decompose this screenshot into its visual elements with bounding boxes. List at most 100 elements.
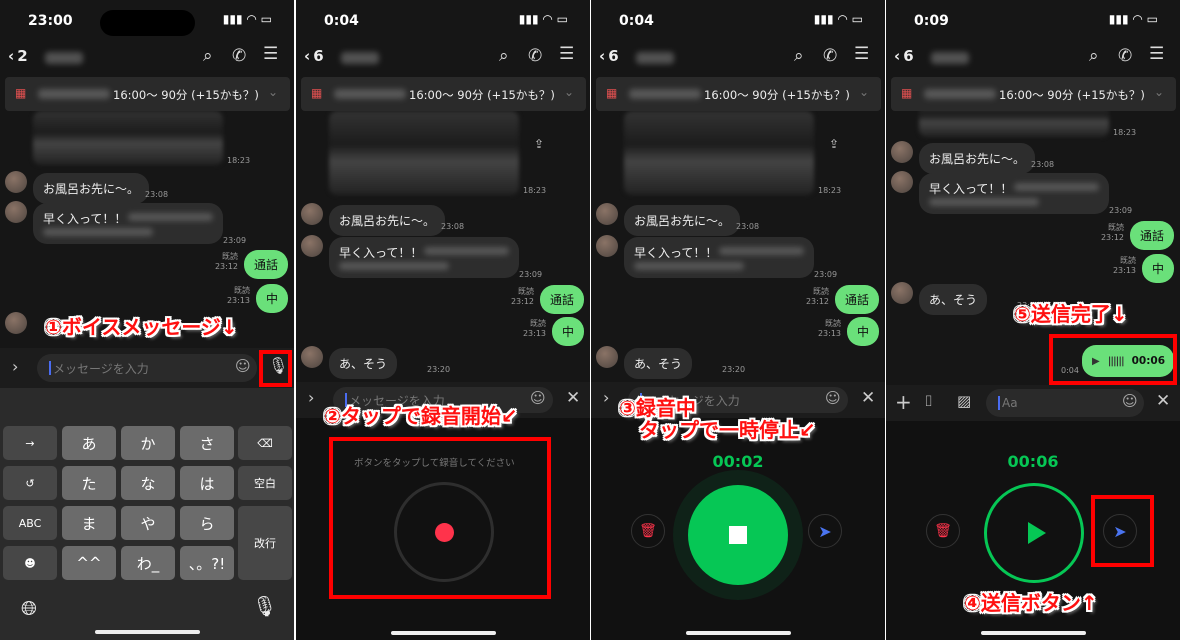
search-icon[interactable]: ⌕	[1089, 46, 1099, 66]
keyboard-key[interactable]: な	[121, 466, 175, 500]
globe-icon[interactable]: 🌐︎	[21, 596, 37, 620]
avatar[interactable]	[596, 203, 618, 225]
dictation-microphone-icon[interactable]: 🎙︎	[252, 594, 277, 618]
avatar[interactable]	[596, 235, 618, 257]
keyboard-key[interactable]: 空白	[238, 466, 292, 500]
share-icon[interactable]: ⇪	[534, 137, 544, 151]
photo-message[interactable]	[329, 111, 519, 195]
event-banner[interactable]: ▦ 16:00〜 90分 (+15かも？) ⌄	[891, 77, 1176, 111]
message-input[interactable]: Aa	[986, 389, 1144, 417]
phone-icon[interactable]: ✆	[823, 46, 837, 66]
phone-screen-4: 0:09▮▮▮ ◠ ▭‹6⌕✆☰18:23⇪▦16:00〜 90分 (+15かも…	[886, 0, 1180, 640]
avatar[interactable]	[5, 312, 27, 334]
delete-recording-button[interactable]: 🗑︎	[926, 514, 960, 548]
plus-icon[interactable]: +	[895, 390, 912, 414]
event-title-blurred	[334, 89, 406, 99]
message-input[interactable]: メッセージを入力	[37, 354, 257, 382]
message-blurred	[128, 213, 213, 221]
status-time: 0:04	[324, 13, 359, 29]
keyboard-key[interactable]: わ_	[121, 546, 175, 580]
avatar[interactable]	[891, 171, 913, 193]
back-chevron-icon: ‹	[304, 47, 311, 65]
search-icon[interactable]: ⌕	[203, 46, 213, 66]
photo-message[interactable]	[33, 111, 223, 165]
keyboard-key[interactable]: →	[3, 426, 57, 460]
keyboard-key[interactable]: ま	[62, 506, 116, 540]
keyboard-key[interactable]: ↺	[3, 466, 57, 500]
search-icon[interactable]: ⌕	[499, 46, 509, 66]
send-icon: ➤	[818, 521, 832, 541]
keyboard-key[interactable]: ら	[180, 506, 234, 540]
delete-recording-button[interactable]: 🗑︎	[631, 514, 665, 548]
back-button[interactable]: ‹ 6	[894, 47, 914, 65]
menu-icon[interactable]: ☰	[263, 44, 278, 64]
close-icon[interactable]: ✕	[1156, 391, 1170, 411]
message-text: 中	[265, 292, 278, 306]
read-receipt: 既読 23:12	[806, 287, 829, 307]
avatar[interactable]	[596, 346, 618, 368]
keyboard-key[interactable]: 、。?!	[180, 546, 234, 580]
image-icon[interactable]: ▨	[957, 392, 971, 410]
avatar[interactable]	[891, 141, 913, 163]
emoji-icon[interactable]: ☺	[235, 357, 251, 375]
message-time: 23:08	[145, 190, 169, 199]
stop-recording-button[interactable]	[688, 485, 788, 585]
message-text: お風呂お先に〜。	[43, 182, 140, 196]
emoji-icon[interactable]: ☺	[1122, 392, 1138, 410]
chat-name-blurred	[931, 52, 969, 64]
back-button[interactable]: ‹ 6	[599, 47, 619, 65]
event-banner[interactable]: ▦ 16:00〜 90分 (+15かも？) ⌄	[301, 77, 586, 111]
camera-icon[interactable]: ⌷	[924, 392, 933, 410]
avatar[interactable]	[5, 201, 27, 223]
trash-icon: 🗑︎	[639, 523, 657, 539]
emoji-icon[interactable]: ☺	[825, 389, 841, 407]
highlight-sent-message	[1049, 334, 1177, 385]
message-text: お風呂お先に〜。	[339, 214, 436, 228]
back-button[interactable]: ‹ 2	[8, 47, 28, 65]
avatar[interactable]	[891, 282, 913, 304]
annotation-step5: ⑤送信完了↓	[1014, 302, 1128, 326]
share-icon[interactable]: ⇪	[829, 137, 839, 151]
event-banner[interactable]: ▦ 16:00〜 90分 (+15かも？) ⌄	[5, 77, 290, 111]
stop-icon	[729, 526, 747, 544]
keyboard-key[interactable]: ^^	[62, 546, 116, 580]
menu-icon[interactable]: ☰	[1149, 44, 1164, 64]
keyboard-key[interactable]: や	[121, 506, 175, 540]
event-text: 16:00〜 90分 (+15かも？)	[409, 88, 555, 102]
chevron-down-icon: ⌄	[1153, 85, 1164, 99]
phone-icon[interactable]: ✆	[1118, 46, 1132, 66]
keyboard-key[interactable]: あ	[62, 426, 116, 460]
read-label: 既読	[813, 287, 829, 296]
phone-icon[interactable]: ✆	[232, 46, 246, 66]
keyboard-key[interactable]: 改行	[238, 506, 292, 580]
keyboard-key[interactable]: た	[62, 466, 116, 500]
back-button[interactable]: ‹ 6	[304, 47, 324, 65]
avatar[interactable]	[301, 203, 323, 225]
keyboard-key[interactable]: ABC	[3, 506, 57, 540]
play-recording-button[interactable]	[984, 483, 1084, 583]
send-recording-button[interactable]: ➤	[808, 514, 842, 548]
menu-icon[interactable]: ☰	[559, 44, 574, 64]
avatar[interactable]	[301, 346, 323, 368]
menu-icon[interactable]: ☰	[854, 44, 869, 64]
emoji-icon[interactable]: ☺	[530, 389, 546, 407]
search-icon[interactable]: ⌕	[794, 46, 804, 66]
close-icon[interactable]: ✕	[861, 388, 875, 408]
message-time: 23:20	[427, 365, 451, 374]
expand-chevron-icon[interactable]: ›	[603, 388, 609, 407]
phone-icon[interactable]: ✆	[528, 46, 542, 66]
avatar[interactable]	[5, 171, 27, 193]
keyboard-key[interactable]: さ	[180, 426, 234, 460]
avatar[interactable]	[301, 235, 323, 257]
keyboard-key[interactable]: ⌫	[238, 426, 292, 460]
keyboard-key[interactable]: ☻	[3, 546, 57, 580]
event-title-blurred	[38, 89, 110, 99]
expand-chevron-icon[interactable]: ›	[308, 388, 314, 407]
expand-chevron-icon[interactable]: ›	[12, 357, 18, 376]
close-icon[interactable]: ✕	[566, 388, 580, 408]
keyboard-key[interactable]: か	[121, 426, 175, 460]
chat-name-blurred	[636, 52, 674, 64]
keyboard-key[interactable]: は	[180, 466, 234, 500]
event-banner[interactable]: ▦ 16:00〜 90分 (+15かも？) ⌄	[596, 77, 881, 111]
photo-message[interactable]	[624, 111, 814, 195]
